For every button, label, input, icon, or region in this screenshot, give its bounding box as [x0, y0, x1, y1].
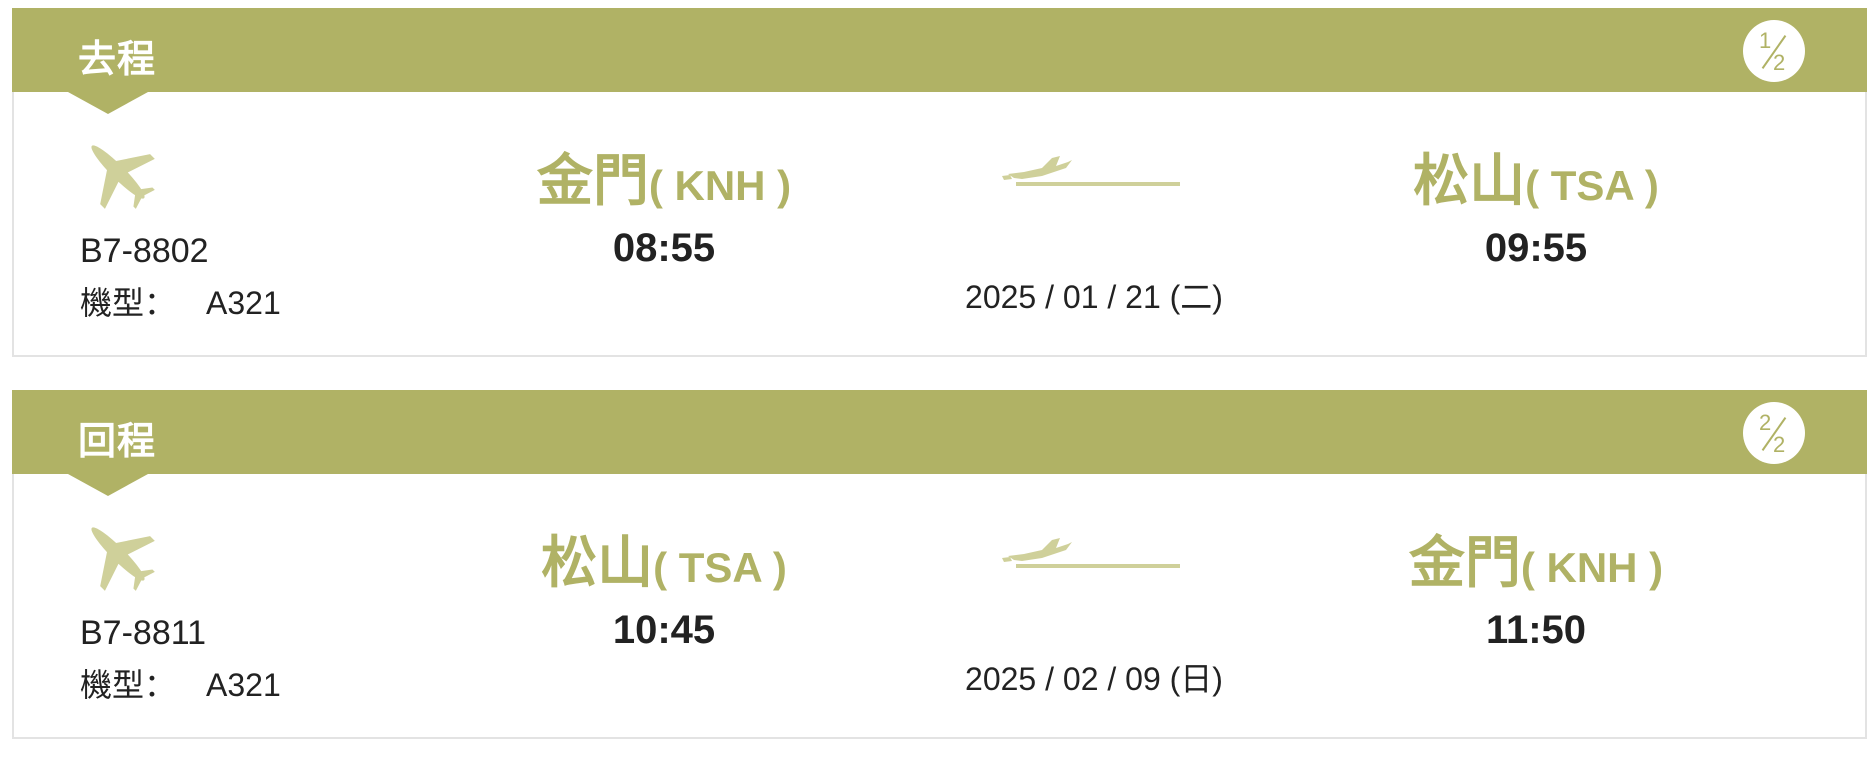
flight-segment-outbound: 去程 1 2 B7-8802 機型： A321 金門( KNH ) 08:55 [12, 8, 1867, 357]
departure-city: 金門 [536, 149, 649, 212]
aircraft-label: 機型： [80, 667, 177, 703]
segment-body: B7-8811 機型： A321 松山( TSA ) 10:45 金門( KNH … [12, 474, 1867, 739]
aircraft-label: 機型： [80, 285, 177, 321]
airplane-icon [91, 145, 155, 209]
arrival-airport: 松山( TSA ) [1346, 136, 1726, 217]
arrival-airport: 金門( KNH ) [1346, 518, 1726, 599]
takeoff-icon [1002, 156, 1180, 186]
airplane-icon [91, 527, 155, 591]
flight-number: B7-8811 [80, 614, 207, 652]
departure-code: ( KNH ) [648, 162, 792, 209]
segment-body: B7-8802 機型： A321 金門( KNH ) 08:55 松山( TSA … [12, 92, 1867, 357]
badge-denominator: 2 [1773, 50, 1786, 75]
arrival-code: ( KNH ) [1520, 544, 1664, 591]
segment-header: 回程 2 2 [12, 390, 1867, 496]
flight-date: 2025 / 01 / 21 (二) [965, 279, 1223, 315]
badge-denominator: 2 [1773, 432, 1786, 457]
departure-airport: 金門( KNH ) [474, 136, 854, 217]
departure-code: ( TSA ) [653, 544, 787, 591]
badge-numerator: 2 [1759, 410, 1772, 435]
arrival-time: 11:50 [1485, 608, 1587, 652]
aircraft-info: 機型： A321 [80, 278, 281, 324]
departure-time: 08:55 [612, 226, 716, 270]
flight-date: 2025 / 02 / 09 (日) [965, 661, 1223, 697]
segment-count-badge: 2 2 [1743, 402, 1805, 464]
arrival-city: 松山 [1413, 149, 1526, 212]
takeoff-icon [1002, 538, 1180, 568]
segment-count-badge: 1 2 [1743, 20, 1805, 82]
aircraft-type: A321 [206, 285, 281, 321]
aircraft-info: 機型： A321 [80, 660, 281, 706]
arrival-city: 金門 [1408, 531, 1521, 594]
segment-title: 回程 [78, 421, 157, 463]
flight-number: B7-8802 [80, 232, 209, 270]
segment-header: 去程 1 2 [12, 8, 1867, 114]
arrival-code: ( TSA ) [1525, 162, 1659, 209]
departure-time: 10:45 [612, 608, 716, 652]
badge-numerator: 1 [1759, 28, 1772, 53]
segment-title: 去程 [78, 39, 157, 81]
aircraft-type: A321 [206, 667, 281, 703]
flight-segment-return: 回程 2 2 B7-8811 機型： A321 松山( TSA ) 10:45 [12, 390, 1867, 739]
departure-city: 松山 [541, 531, 654, 594]
departure-airport: 松山( TSA ) [474, 518, 854, 599]
arrival-time: 09:55 [1484, 226, 1588, 270]
